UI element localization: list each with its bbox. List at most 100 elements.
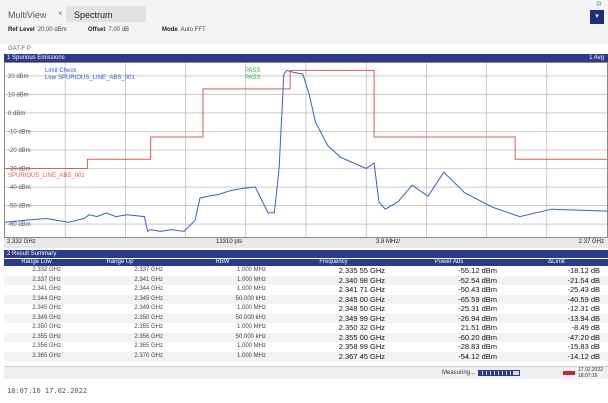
table-cell: 1.000 MHz xyxy=(236,267,266,273)
table-cell: 2.340 98 GHz xyxy=(274,275,393,285)
table-cell: 2.358 99 GHz xyxy=(338,342,385,351)
ref-level-value: 20.00 dBm xyxy=(37,27,67,33)
table-row: 2.349 GHz 2.350 GHz 50.000 kHz 2.349 99 GHz… xyxy=(4,313,608,323)
table-row: 2.350 GHz 2.355 GHz 1.000 MHz 2.350 32 GHz 2… xyxy=(4,323,608,333)
table-cell: -8.49 dB xyxy=(571,323,600,332)
table-cell: -21.54 dB xyxy=(505,275,608,285)
mode-label: Mode xyxy=(162,27,178,33)
table-cell: 2.349 99 GHz xyxy=(274,313,393,323)
status-bar: Measuring... 17.02.2022 18:07:16 xyxy=(4,366,608,379)
offset-label: Offset xyxy=(88,27,106,33)
y-tick-label: -40 dBm xyxy=(8,185,31,191)
table-header-row: Range Low Range Up RBW Frequency Power Abs ΔL… xyxy=(4,259,608,266)
frequency-step: 3.8 MHz/ xyxy=(376,239,401,245)
spectrum-chart[interactable]: 20 dBm 10 dBm 0 dBm -10 dBm -20 dBm -30 dBm -4… xyxy=(4,62,608,238)
table-cell: 2.337 GHz xyxy=(134,267,163,273)
instrument-state-icon xyxy=(563,371,575,375)
table-row: 2.332 GHz 2.337 GHz 1.000 MHz 2.335 55 GHz -… xyxy=(4,266,608,276)
table-cell: -25.31 dBm xyxy=(458,304,497,313)
offset-value: 7.00 dB xyxy=(108,27,130,33)
settings-icon[interactable]: ⚙ xyxy=(596,0,602,8)
table-cell: 2.349 GHz xyxy=(134,305,163,311)
table-cell: 2.332 GHz xyxy=(32,267,61,273)
y-tick-labels: 20 dBm 10 dBm 0 dBm -10 dBm -20 dBm -30 dBm -4… xyxy=(8,74,31,228)
legend-pass-2: PASS xyxy=(245,75,261,81)
table-cell: -60.20 dBm xyxy=(393,332,505,342)
table-cell: -52.54 dBm xyxy=(393,275,505,285)
table-cell: 2.337 GHz xyxy=(4,275,69,285)
table-cell: 2.335 55 GHz xyxy=(338,266,385,275)
status-datetime: 17.02.2022 18:07:16 xyxy=(578,367,603,379)
table-cell: 2.356 GHz xyxy=(32,343,61,349)
table-cell: 2.355 GHz xyxy=(4,332,69,342)
table-row: 2.344 GHz 2.345 GHz 50.000 kHz 2.345 00 GHz… xyxy=(4,294,608,304)
table-body: 2.332 GHz 2.337 GHz 1.000 MHz 2.335 55 GHz -… xyxy=(4,266,608,361)
table-cell: 2.367 45 GHz xyxy=(274,351,393,361)
mode-param[interactable]: Mode Auto FFT xyxy=(162,27,206,33)
table-cell: -65.59 dBm xyxy=(393,294,505,304)
result-summary-title: 2 Result Summary xyxy=(4,250,608,258)
table-cell: 2.341 71 GHz xyxy=(338,285,385,294)
table-cell: 2.355 GHz xyxy=(134,324,163,330)
limit-line-label: SPURIOUS_LINE_ABS_001 xyxy=(8,173,85,179)
measurement-progress xyxy=(478,370,520,376)
screenshot-timestamp: 18:07:16 17.02.2022 xyxy=(7,387,88,395)
table-cell: -50.43 dBm xyxy=(458,285,497,294)
legend-pass-1: PASS xyxy=(245,68,261,74)
subwindow-label: GAT-F P xyxy=(8,46,31,52)
table-cell: 2.355 00 GHz xyxy=(274,332,393,342)
table-cell: 1.000 MHz xyxy=(171,351,274,361)
legend-limit-check: Limit Check xyxy=(45,68,77,74)
table-cell: 1.000 MHz xyxy=(236,343,266,349)
table-cell: -25.43 dB xyxy=(567,285,600,294)
y-tick-label: -10 dBm xyxy=(8,129,31,135)
table-row: 2.341 GHz 2.344 GHz 1.000 MHz 2.341 71 GHz -… xyxy=(4,285,608,295)
y-tick-label: 20 dBm xyxy=(8,74,29,80)
avg-badge: 1 Avg xyxy=(589,55,604,61)
y-tick-label: -60 dBm xyxy=(8,222,31,228)
column-header: Range Low xyxy=(4,259,69,266)
points-count: 13310 pts xyxy=(216,239,243,245)
offset-param[interactable]: Offset 7.00 dB xyxy=(88,27,129,33)
table-cell: 50.000 kHz xyxy=(171,332,274,342)
table-cell: 2.350 GHz xyxy=(69,313,171,323)
instrument-header: MultiView × Spectrum Ref Level 20.00 dBm … xyxy=(0,0,608,44)
column-header: ΔLimit xyxy=(505,259,608,266)
table-cell: 50.000 kHz xyxy=(171,294,274,304)
table-cell: -54.12 dBm xyxy=(393,351,505,361)
table-cell: -26.94 dBm xyxy=(393,313,505,323)
table-row: 2.345 GHz 2.349 GHz 1.000 MHz 2.348 50 GHz -… xyxy=(4,304,608,314)
table-cell: -15.83 dB xyxy=(567,342,600,351)
column-header: Power Abs xyxy=(393,259,505,266)
table-cell: -14.12 dB xyxy=(505,351,608,361)
y-tick-label: 10 dBm xyxy=(8,92,29,98)
close-icon[interactable]: × xyxy=(58,9,63,18)
table-cell: 2.356 GHz xyxy=(69,332,171,342)
result-summary-table: Range Low Range Up RBW Frequency Power Abs ΔL… xyxy=(4,259,608,361)
spurious-emissions-title: 1 Spurious Emissions 1 Avg xyxy=(4,54,608,62)
ref-level-label: Ref Level xyxy=(8,27,35,33)
table-cell: -55.12 dBm xyxy=(458,266,497,275)
tab-spectrum[interactable]: Spectrum xyxy=(66,6,146,22)
mode-value: Auto FFT xyxy=(180,27,206,33)
table-cell: 1.000 MHz xyxy=(171,275,274,285)
ref-level-param[interactable]: Ref Level 20.00 dBm xyxy=(8,27,67,33)
table-row: 2.337 GHz 2.341 GHz 1.000 MHz 2.340 98 GHz -… xyxy=(4,275,608,285)
x-axis-bar: 2.332 GHz 13310 pts 3.8 MHz/ 2.37 GHz xyxy=(4,238,608,248)
status-time: 18:07:16 xyxy=(578,373,598,379)
table-cell: 21.51 dBm xyxy=(460,323,497,332)
legend-limit-line: Line SPURIOUS_LINE_ABS_001 xyxy=(45,75,135,81)
table-cell: 2.370 GHz xyxy=(69,351,171,361)
table-cell: 1.000 MHz xyxy=(236,324,266,330)
table-cell: -12.31 dB xyxy=(567,304,600,313)
menu-dropdown-button[interactable]: ▾ xyxy=(590,10,604,24)
start-frequency: 2.332 GHz xyxy=(7,239,36,245)
chart-grid xyxy=(5,63,607,237)
table-cell: 2.365 GHz xyxy=(4,351,69,361)
stop-frequency: 2.37 GHz xyxy=(578,239,604,245)
table-cell: 2.344 GHz xyxy=(134,286,163,292)
table-cell: 1.000 MHz xyxy=(236,286,266,292)
y-tick-label: -50 dBm xyxy=(8,204,31,210)
tab-multiview[interactable]: MultiView xyxy=(8,10,46,20)
column-header: RBW xyxy=(171,259,274,266)
